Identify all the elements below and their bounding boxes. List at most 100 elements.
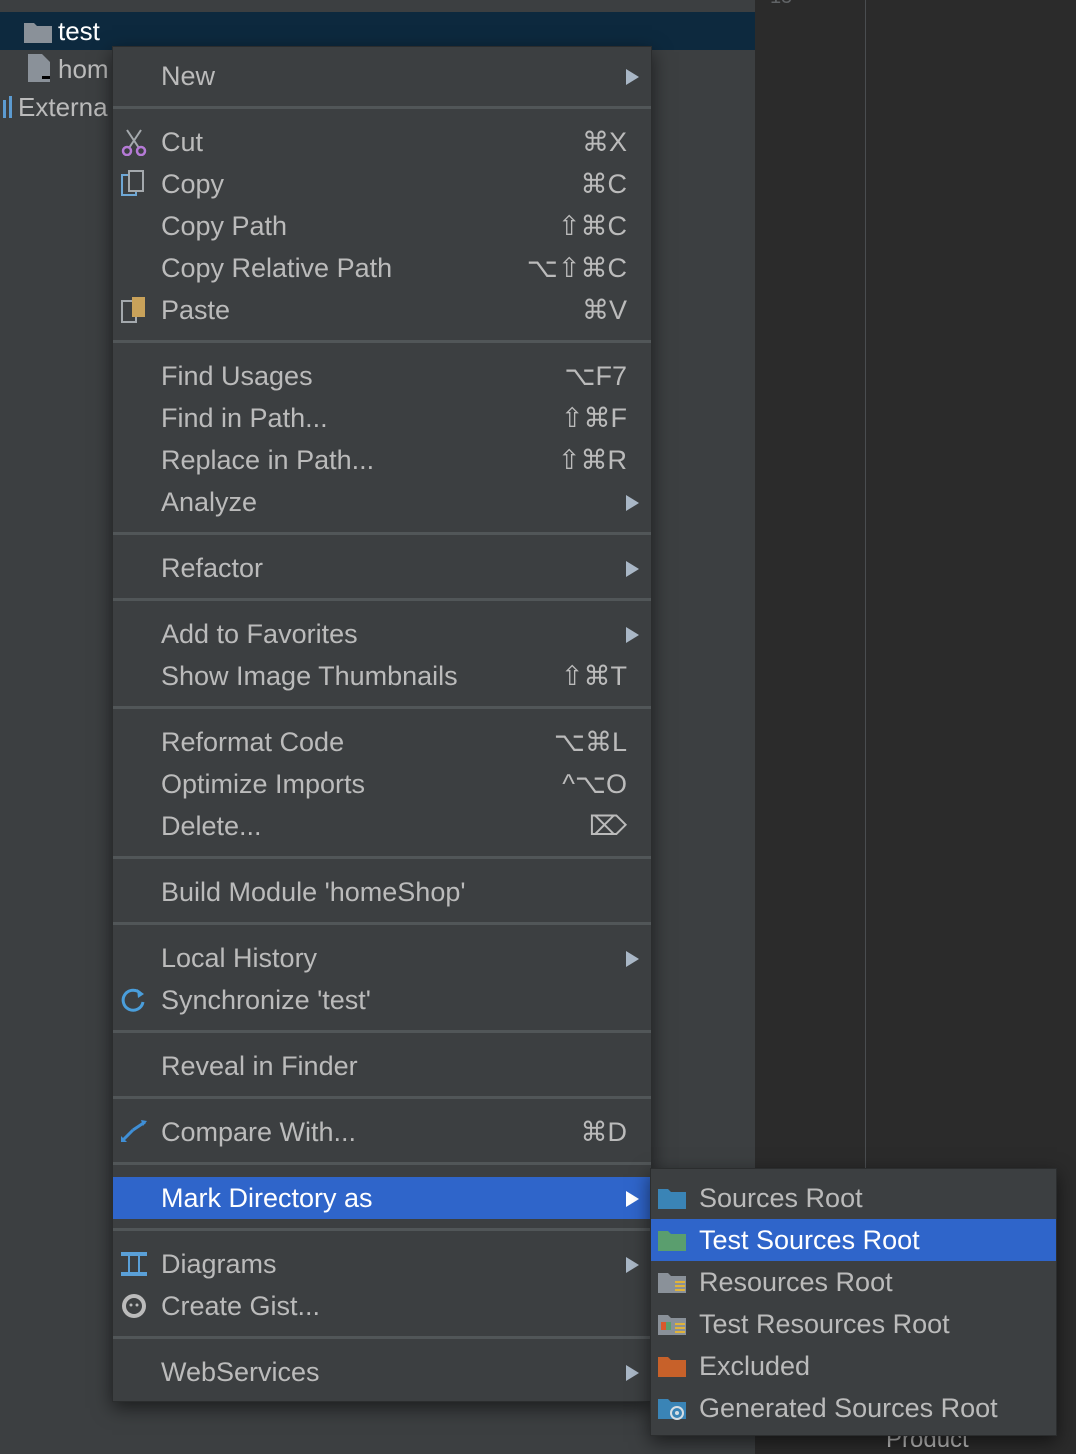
menu-separator: [113, 1228, 651, 1231]
menu-separator: [113, 1162, 651, 1165]
menu-item-label: Copy Path: [161, 211, 288, 241]
submenu-arrow-icon: [626, 495, 639, 511]
compare-icon: [121, 1120, 147, 1142]
submenu-arrow-icon: [626, 1257, 639, 1273]
menu-item-label: Excluded: [699, 1351, 811, 1381]
menu-item-label: Reveal in Finder: [161, 1051, 358, 1081]
menu-item-label: Mark Directory as: [161, 1183, 373, 1213]
submenu-item-test-sources-root[interactable]: Test Sources Root: [651, 1219, 1056, 1261]
submenu-arrow-icon: [626, 951, 639, 967]
submenu-item-test-resources-root[interactable]: Test Resources Root: [651, 1303, 1056, 1345]
menu-item-shortcut: ⌘C: [580, 169, 628, 199]
editor-divider: [865, 0, 866, 1170]
menu-item-mark-directory-as[interactable]: Mark Directory as: [113, 1177, 651, 1219]
tree-item-label: hom: [58, 54, 109, 84]
menu-item-replace-in-path[interactable]: Replace in Path... ⇧⌘R: [113, 439, 651, 481]
menu-item-create-gist[interactable]: Create Gist...: [113, 1285, 651, 1327]
menu-item-reformat-code[interactable]: Reformat Code ⌥⌘L: [113, 721, 651, 763]
menu-item-label: Synchronize 'test': [161, 985, 371, 1015]
submenu-arrow-icon: [626, 1191, 639, 1207]
menu-item-webservices[interactable]: WebServices: [113, 1351, 651, 1393]
menu-item-label: Compare With...: [161, 1117, 357, 1147]
menu-item-refactor[interactable]: Refactor: [113, 547, 651, 589]
menu-item-label: Paste: [161, 295, 231, 325]
copy-icon: [121, 170, 144, 196]
menu-item-label: Copy Relative Path: [161, 253, 393, 283]
generated-sources-root-folder-icon: [658, 1399, 686, 1420]
menu-item-shortcut: ⌘D: [580, 1117, 628, 1147]
menu-item-reveal-in-finder[interactable]: Reveal in Finder: [113, 1045, 651, 1087]
menu-item-shortcut: ⇧⌘T: [560, 661, 627, 691]
submenu-arrow-icon: [626, 69, 639, 85]
submenu-arrow-icon: [626, 1365, 639, 1381]
menu-item-delete[interactable]: Delete... ⌦: [113, 805, 651, 847]
menu-item-compare-with[interactable]: Compare With... ⌘D: [113, 1111, 651, 1153]
menu-item-analyze[interactable]: Analyze: [113, 481, 651, 523]
test-resources-root-folder-icon: [658, 1315, 686, 1335]
menu-item-label: Cut: [161, 127, 204, 157]
menu-item-show-image-thumbnails[interactable]: Show Image Thumbnails ⇧⌘T: [113, 655, 651, 697]
github-icon: [122, 1294, 146, 1318]
menu-item-shortcut: ⌥F7: [564, 361, 627, 391]
menu-item-label: Generated Sources Root: [699, 1393, 998, 1423]
menu-item-diagrams[interactable]: Diagrams: [113, 1243, 651, 1285]
menu-item-label: Optimize Imports: [161, 769, 366, 799]
menu-item-find-in-path[interactable]: Find in Path... ⇧⌘F: [113, 397, 651, 439]
menu-separator: [113, 706, 651, 709]
menu-item-copy-relative-path[interactable]: Copy Relative Path ⌥⇧⌘C: [113, 247, 651, 289]
menu-separator: [113, 856, 651, 859]
menu-separator: [113, 532, 651, 535]
sources-root-folder-icon: [658, 1189, 686, 1209]
submenu-item-resources-root[interactable]: Resources Root: [651, 1261, 1056, 1303]
menu-item-local-history[interactable]: Local History: [113, 937, 651, 979]
resources-root-folder-icon: [658, 1273, 686, 1293]
paste-icon: [121, 297, 145, 323]
library-icon: [3, 96, 12, 118]
tree-item-test[interactable]: test: [0, 12, 755, 50]
menu-item-build-module[interactable]: Build Module 'homeShop': [113, 871, 651, 913]
menu-item-shortcut: ⌥⌘L: [553, 727, 627, 757]
menu-item-label: Refactor: [161, 553, 264, 583]
menu-item-label: Diagrams: [161, 1249, 277, 1279]
menu-item-shortcut: ⇧⌘R: [557, 445, 627, 475]
menu-item-label: Sources Root: [699, 1183, 863, 1213]
menu-item-label: New: [161, 61, 216, 91]
menu-item-paste[interactable]: Paste ⌘V: [113, 289, 651, 331]
menu-item-label: Replace in Path...: [161, 445, 375, 475]
menu-separator: [113, 598, 651, 601]
menu-item-optimize-imports[interactable]: Optimize Imports ^⌥O: [113, 763, 651, 805]
menu-separator: [113, 1096, 651, 1099]
menu-item-shortcut: ⌘V: [581, 295, 627, 325]
mark-directory-submenu: Sources Root Test Sources Root Resources…: [650, 1168, 1057, 1436]
scissors-icon: [121, 129, 147, 156]
menu-item-copy-path[interactable]: Copy Path ⇧⌘C: [113, 205, 651, 247]
menu-separator: [113, 1336, 651, 1339]
menu-item-label: Find in Path...: [161, 403, 328, 433]
module-file-icon: [28, 54, 50, 82]
menu-item-label: Find Usages: [161, 361, 313, 391]
menu-item-find-usages[interactable]: Find Usages ⌥F7: [113, 355, 651, 397]
menu-item-label: Show Image Thumbnails: [161, 661, 458, 691]
tree-item-label: Externa: [18, 92, 108, 122]
submenu-item-sources-root[interactable]: Sources Root: [651, 1177, 1056, 1219]
menu-item-synchronize[interactable]: Synchronize 'test': [113, 979, 651, 1021]
submenu-arrow-icon: [626, 627, 639, 643]
menu-item-shortcut: ⇧⌘C: [557, 211, 627, 241]
menu-item-new[interactable]: New: [113, 55, 651, 97]
excluded-folder-icon: [658, 1357, 686, 1377]
menu-separator: [113, 1030, 651, 1033]
menu-item-add-to-favorites[interactable]: Add to Favorites: [113, 613, 651, 655]
menu-item-label: Add to Favorites: [161, 619, 358, 649]
submenu-arrow-icon: [626, 561, 639, 577]
submenu-item-generated-sources-root[interactable]: Generated Sources Root: [651, 1387, 1056, 1429]
menu-separator: [113, 106, 651, 109]
menu-item-shortcut: ⌥⇧⌘C: [526, 253, 627, 283]
menu-item-copy[interactable]: Copy ⌘C: [113, 163, 651, 205]
menu-item-label: Test Resources Root: [699, 1309, 950, 1339]
gutter-line-number: 15: [770, 0, 792, 9]
tree-item-label: test: [58, 16, 100, 46]
menu-item-shortcut: ^⌥O: [562, 769, 627, 799]
menu-item-cut[interactable]: Cut ⌘X: [113, 121, 651, 163]
submenu-item-excluded[interactable]: Excluded: [651, 1345, 1056, 1387]
menu-separator: [113, 340, 651, 343]
